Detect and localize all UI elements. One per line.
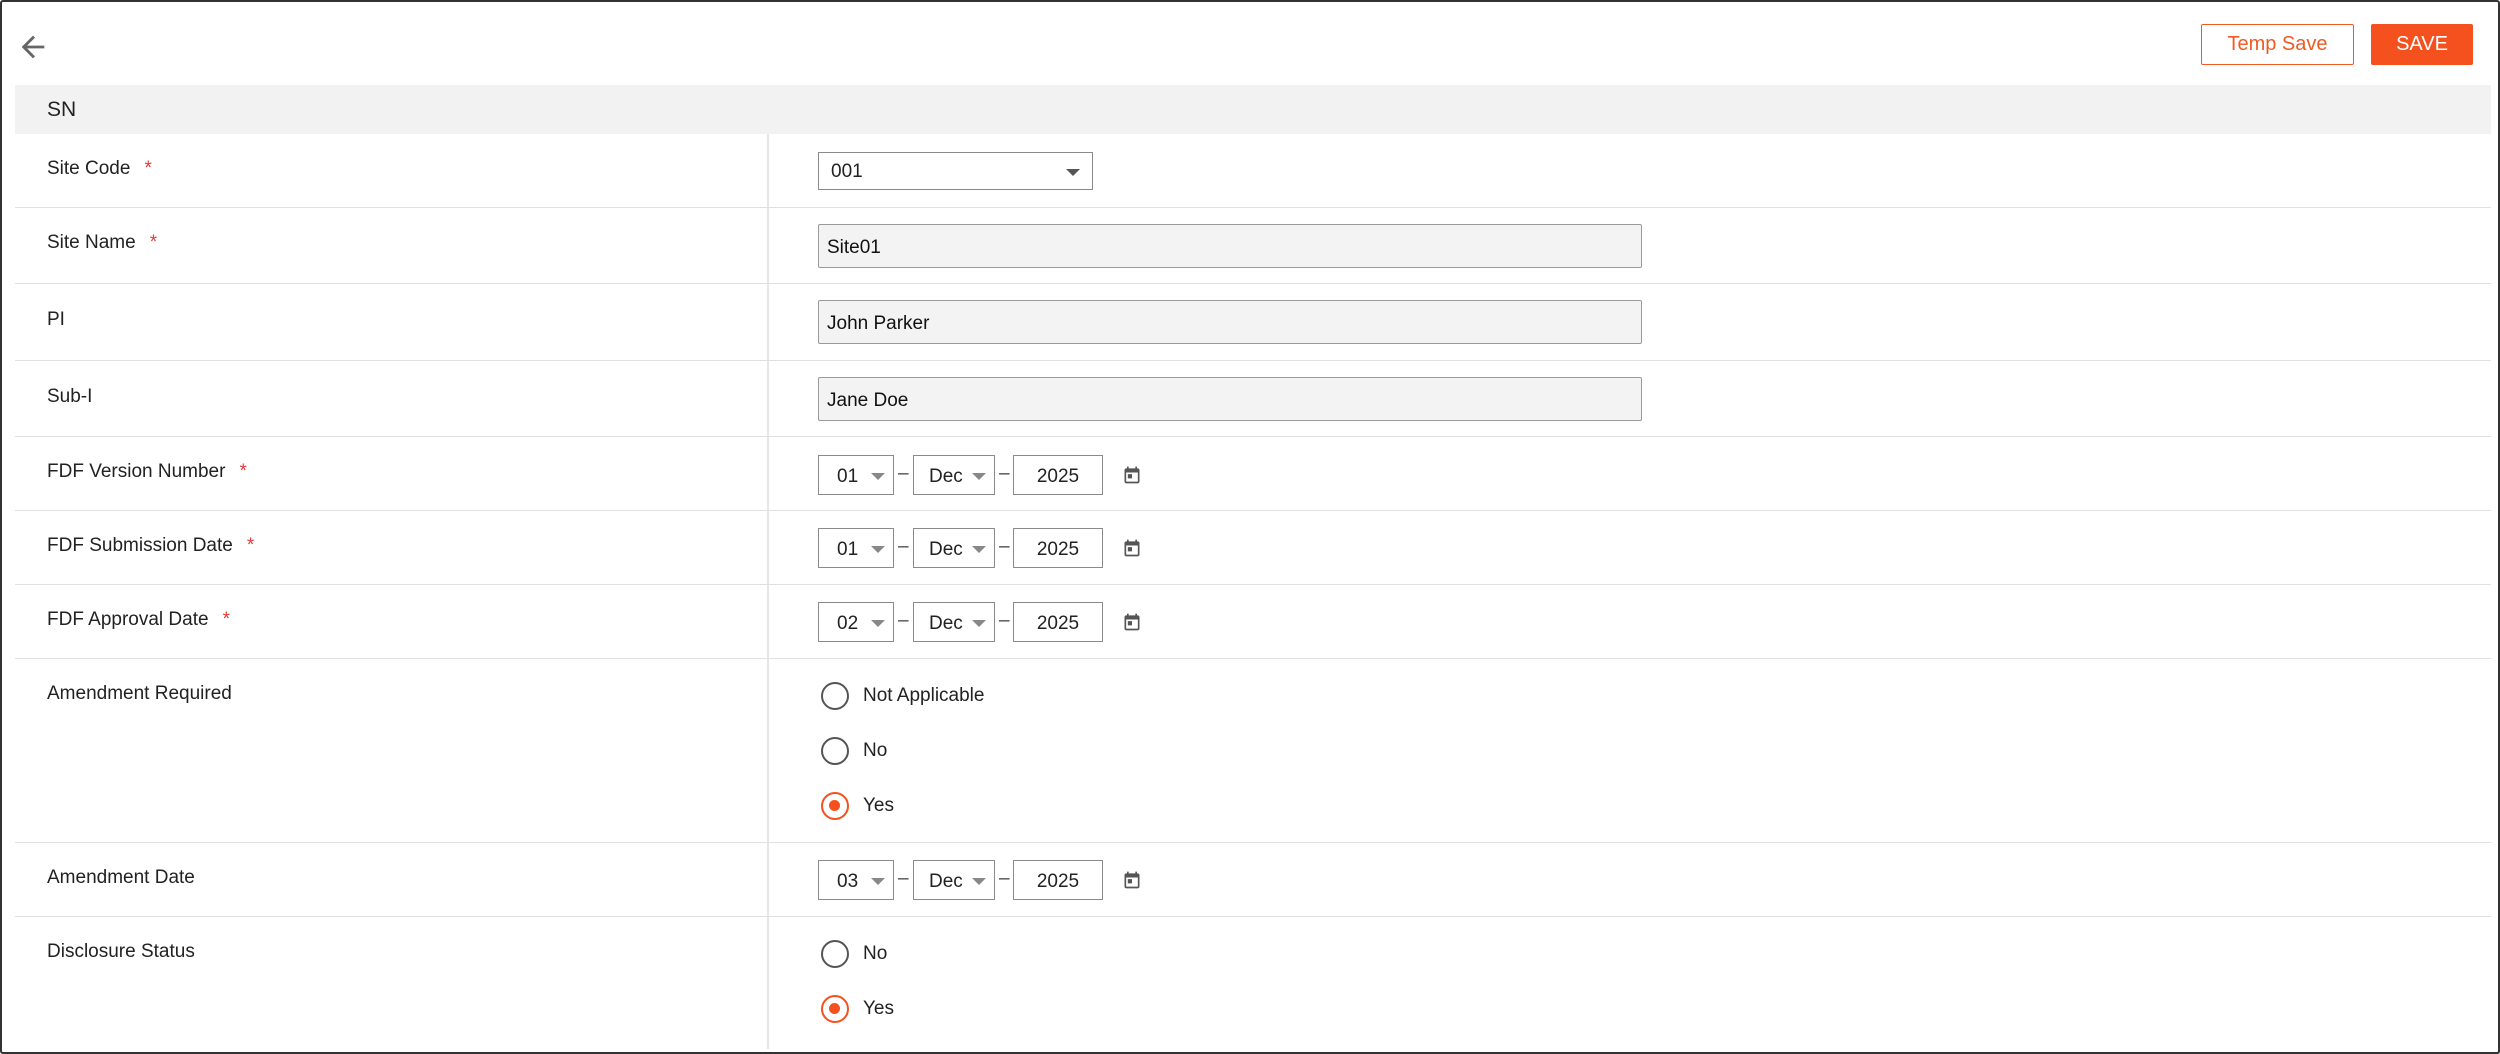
radio-button[interactable] <box>821 682 849 710</box>
pi-value: John Parker <box>827 313 930 334</box>
radio-yes[interactable]: Yes <box>821 791 894 821</box>
disclosure-status-radio-group: No Yes <box>818 917 1218 1047</box>
date-separator: – <box>999 868 1010 889</box>
fdf-approval-label: FDF Approval Date * <box>47 609 230 630</box>
row-site-name: Site Name * Site01 <box>15 208 2491 284</box>
pi-label: PI <box>47 309 65 330</box>
sub-i-label: Sub-I <box>47 386 93 407</box>
date-separator: – <box>999 536 1010 557</box>
chevron-down-icon <box>871 620 885 627</box>
chevron-down-icon <box>1066 169 1080 176</box>
month-select[interactable]: Dec <box>913 602 995 642</box>
row-disclosure-status: Disclosure Status No Yes <box>15 917 2491 1047</box>
required-marker: * <box>222 609 230 630</box>
disclosure-status-label: Disclosure Status <box>47 941 195 962</box>
sub-i-field[interactable]: Jane Doe <box>818 377 1642 421</box>
calendar-icon[interactable] <box>1122 870 1142 890</box>
site-form: Site Code * 001 Site Name * Site01 PI Jo… <box>15 134 2491 1047</box>
row-amendment-required: Amendment Required Not Applicable No Yes <box>15 659 2491 843</box>
radio-button[interactable] <box>821 737 849 765</box>
row-fdf-version: FDF Version Number * 01 – Dec – 2025 <box>15 437 2491 511</box>
day-select[interactable]: 01 <box>818 528 894 568</box>
required-marker: * <box>239 461 247 482</box>
section-header: SN <box>15 85 2491 134</box>
section-title: SN <box>47 98 77 121</box>
row-site-code: Site Code * 001 <box>15 134 2491 208</box>
fdf-version-date-picker: 01 – Dec – 2025 <box>818 455 1148 495</box>
arrow-left-icon <box>21 35 45 59</box>
form-window: Temp Save SAVE SN Site Code * 001 Site Na… <box>0 0 2500 1054</box>
pi-field[interactable]: John Parker <box>818 300 1642 344</box>
fdf-approval-date-picker: 02 – Dec – 2025 <box>818 602 1148 642</box>
date-separator: – <box>999 610 1010 631</box>
chevron-down-icon <box>972 620 986 627</box>
calendar-icon[interactable] <box>1122 612 1142 632</box>
save-button[interactable]: SAVE <box>2371 24 2473 65</box>
row-amendment-date: Amendment Date 03 – Dec – 2025 <box>15 843 2491 917</box>
chevron-down-icon <box>871 473 885 480</box>
radio-label: No <box>863 943 888 964</box>
radio-label: Not Applicable <box>863 685 985 706</box>
row-sub-i: Sub-I Jane Doe <box>15 361 2491 437</box>
temp-save-button[interactable]: Temp Save <box>2201 24 2354 65</box>
radio-label: Yes <box>863 998 894 1019</box>
fdf-submission-date-picker: 01 – Dec – 2025 <box>818 528 1148 568</box>
date-separator: – <box>898 536 909 557</box>
site-code-label: Site Code * <box>47 158 152 179</box>
amendment-date-label: Amendment Date <box>47 867 195 888</box>
calendar-icon[interactable] <box>1122 465 1142 485</box>
fdf-submission-label: FDF Submission Date * <box>47 535 255 556</box>
radio-button-selected[interactable] <box>821 792 849 820</box>
chevron-down-icon <box>972 878 986 885</box>
radio-no[interactable]: No <box>821 939 887 969</box>
site-name-field[interactable]: Site01 <box>818 224 1642 268</box>
radio-button[interactable] <box>821 940 849 968</box>
radio-label: No <box>863 740 888 761</box>
chevron-down-icon <box>972 473 986 480</box>
radio-not-applicable[interactable]: Not Applicable <box>821 681 984 711</box>
calendar-icon[interactable] <box>1122 538 1142 558</box>
date-separator: – <box>999 463 1010 484</box>
row-fdf-approval: FDF Approval Date * 02 – Dec – 2025 <box>15 585 2491 659</box>
required-marker: * <box>246 535 255 556</box>
year-input[interactable]: 2025 <box>1013 528 1103 568</box>
site-code-value: 001 <box>831 161 863 182</box>
required-marker: * <box>144 158 152 179</box>
month-select[interactable]: Dec <box>913 528 995 568</box>
back-button[interactable] <box>16 30 50 64</box>
amendment-required-radio-group: Not Applicable No Yes <box>818 659 1218 843</box>
year-input[interactable]: 2025 <box>1013 602 1103 642</box>
date-separator: – <box>898 463 909 484</box>
chevron-down-icon <box>972 546 986 553</box>
year-input[interactable]: 2025 <box>1013 860 1103 900</box>
site-code-select[interactable]: 001 <box>818 152 1093 190</box>
sub-i-value: Jane Doe <box>827 390 909 411</box>
month-select[interactable]: Dec <box>913 860 995 900</box>
amendment-required-label: Amendment Required <box>47 683 232 704</box>
year-input[interactable]: 2025 <box>1013 455 1103 495</box>
site-name-label: Site Name * <box>47 232 158 253</box>
month-select[interactable]: Dec <box>913 455 995 495</box>
chevron-down-icon <box>871 546 885 553</box>
radio-yes[interactable]: Yes <box>821 994 894 1024</box>
fdf-version-label: FDF Version Number * <box>47 461 247 482</box>
day-select[interactable]: 01 <box>818 455 894 495</box>
required-marker: * <box>149 232 158 253</box>
date-separator: – <box>898 868 909 889</box>
radio-label: Yes <box>863 795 894 816</box>
chevron-down-icon <box>871 878 885 885</box>
day-select[interactable]: 03 <box>818 860 894 900</box>
row-fdf-submission: FDF Submission Date * 01 – Dec – 2025 <box>15 511 2491 585</box>
day-select[interactable]: 02 <box>818 602 894 642</box>
radio-button-selected[interactable] <box>821 995 849 1023</box>
row-pi: PI John Parker <box>15 284 2491 361</box>
amendment-date-picker: 03 – Dec – 2025 <box>818 860 1148 900</box>
radio-no[interactable]: No <box>821 736 887 766</box>
date-separator: – <box>898 610 909 631</box>
site-name-value: Site01 <box>827 237 881 258</box>
